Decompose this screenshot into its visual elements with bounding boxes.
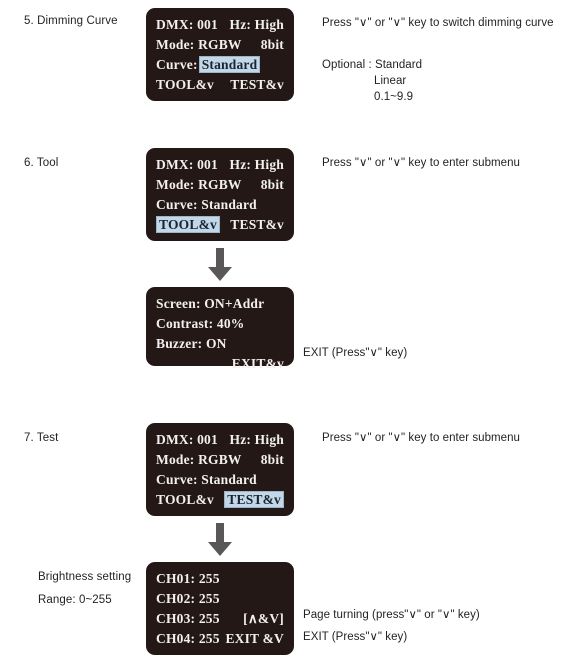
lcd-row-mode: Mode: RGBW 8bit (156, 450, 284, 470)
lcd-row-dmx: DMX: 001 Hz: High (156, 430, 284, 450)
lcd-curve-value: Curve: Standard (156, 197, 257, 212)
note-dimming-curve-optional-label: Optional : Standard (322, 59, 423, 71)
lcd-hz-value: Hz: High (229, 432, 284, 447)
note-test-page-turning: Page turning (press"∨" or "∨" key) (303, 609, 480, 621)
section-label-tool: 6. Tool (24, 157, 59, 169)
lcd-buzzer-setting: Buzzer: ON (156, 336, 227, 351)
lcd-tool-menu-item[interactable]: TOOL&v (156, 490, 214, 510)
lcd-ch03-value: CH03: 255 (156, 611, 220, 626)
lcd-bit-value: 8bit (260, 177, 284, 192)
section-label-dimming-curve: 5. Dimming Curve (24, 15, 118, 27)
note-tool-instruction: Press "∨" or "∨" key to enter submenu (322, 157, 521, 169)
lcd-panel-tool-submenu: Screen: ON+Addr Contrast: 40% Buzzer: ON… (146, 287, 294, 371)
arrow-down-icon-tool (207, 248, 233, 287)
lcd-row-ch02[interactable]: CH02: 255 (156, 589, 284, 609)
lcd-row-dmx: DMX: 001 Hz: High (156, 15, 284, 35)
lcd-test-menu-item[interactable]: TEST&v (230, 75, 284, 95)
lcd-page-turn-control[interactable]: [∧&V] (243, 609, 284, 629)
lcd-hz-value: Hz: High (229, 157, 284, 172)
lcd-ch02-value: CH02: 255 (156, 591, 220, 606)
label-brightness-setting: Brightness setting (38, 571, 132, 583)
lcd-contrast-setting: Contrast: 40% (156, 316, 245, 331)
lcd-mode-value: Mode: RGBW (156, 37, 242, 52)
lcd-dmx-value: DMX: 001 (156, 432, 218, 447)
lcd-row-mode: Mode: RGBW 8bit (156, 175, 284, 195)
lcd-dmx-value: DMX: 001 (156, 157, 218, 172)
lcd-row-curve[interactable]: Curve: Standard (156, 470, 284, 490)
lcd-row-dmx: DMX: 001 Hz: High (156, 155, 284, 175)
note-test-instruction: Press "∨" or "∨" key to enter submenu (322, 432, 521, 444)
lcd-panel-dimming-curve: DMX: 001 Hz: High Mode: RGBW 8bit Curve:… (146, 8, 294, 101)
lcd-row-curve[interactable]: Curve: Standard (156, 55, 284, 75)
lcd-row-exit[interactable]: EXIT&v (156, 354, 284, 374)
section-label-test: 7. Test (24, 432, 59, 444)
note-tool-exit: EXIT (Press"∨" key) (303, 347, 408, 359)
lcd-test-menu-item[interactable]: TEST&v (230, 215, 284, 235)
lcd-row-menu[interactable]: TOOL&v TEST&v (156, 490, 284, 510)
lcd-hz-value: Hz: High (229, 17, 284, 32)
lcd-ch04-value: CH04: 255 (156, 631, 220, 646)
lcd-test-menu-item-selected[interactable]: TEST&v (224, 491, 284, 508)
note-dimming-curve-optional-linear: Linear (374, 75, 407, 87)
note-dimming-curve-instruction: Press "∨" or "∨" key to switch dimming c… (322, 17, 554, 29)
lcd-bit-value: 8bit (260, 37, 284, 52)
lcd-curve-value-selected[interactable]: Standard (198, 56, 261, 73)
lcd-row-contrast[interactable]: Contrast: 40% (156, 314, 284, 334)
lcd-row-ch03[interactable]: CH03: 255 [∧&V] (156, 609, 284, 629)
lcd-row-mode: Mode: RGBW 8bit (156, 35, 284, 55)
arrow-down-icon-test (207, 523, 233, 562)
note-test-exit: EXIT (Press"∨" key) (303, 631, 408, 643)
lcd-panel-test-channels: CH01: 255 CH02: 255 CH03: 255 [∧&V] CH04… (146, 562, 294, 655)
lcd-row-screen[interactable]: Screen: ON+Addr (156, 294, 284, 314)
lcd-row-menu[interactable]: TOOL&v TEST&v (156, 215, 284, 235)
label-brightness-range: Range: 0~255 (38, 594, 112, 606)
lcd-panel-tool: DMX: 001 Hz: High Mode: RGBW 8bit Curve:… (146, 148, 294, 241)
lcd-exit-menu-item[interactable]: EXIT &V (225, 629, 284, 649)
lcd-panel-test: DMX: 001 Hz: High Mode: RGBW 8bit Curve:… (146, 423, 294, 516)
lcd-row-ch01[interactable]: CH01: 255 (156, 569, 284, 589)
lcd-mode-value: Mode: RGBW (156, 177, 242, 192)
lcd-row-buzzer[interactable]: Buzzer: ON (156, 334, 284, 354)
lcd-bit-value: 8bit (260, 452, 284, 467)
lcd-tool-menu-item[interactable]: TOOL&v (156, 75, 214, 95)
lcd-row-curve[interactable]: Curve: Standard (156, 195, 284, 215)
lcd-row-menu[interactable]: TOOL&v TEST&v (156, 75, 284, 95)
lcd-screen-setting: Screen: ON+Addr (156, 296, 265, 311)
lcd-dmx-value: DMX: 001 (156, 17, 218, 32)
lcd-mode-value: Mode: RGBW (156, 452, 242, 467)
lcd-ch01-value: CH01: 255 (156, 571, 220, 586)
lcd-curve-label: Curve: (156, 57, 198, 72)
lcd-curve-value: Curve: Standard (156, 472, 257, 487)
lcd-row-ch04[interactable]: CH04: 255 EXIT &V (156, 629, 284, 649)
note-dimming-curve-optional-range: 0.1~9.9 (374, 91, 414, 103)
lcd-exit-menu-item[interactable]: EXIT&v (232, 354, 284, 374)
lcd-tool-menu-item-selected[interactable]: TOOL&v (156, 216, 220, 233)
